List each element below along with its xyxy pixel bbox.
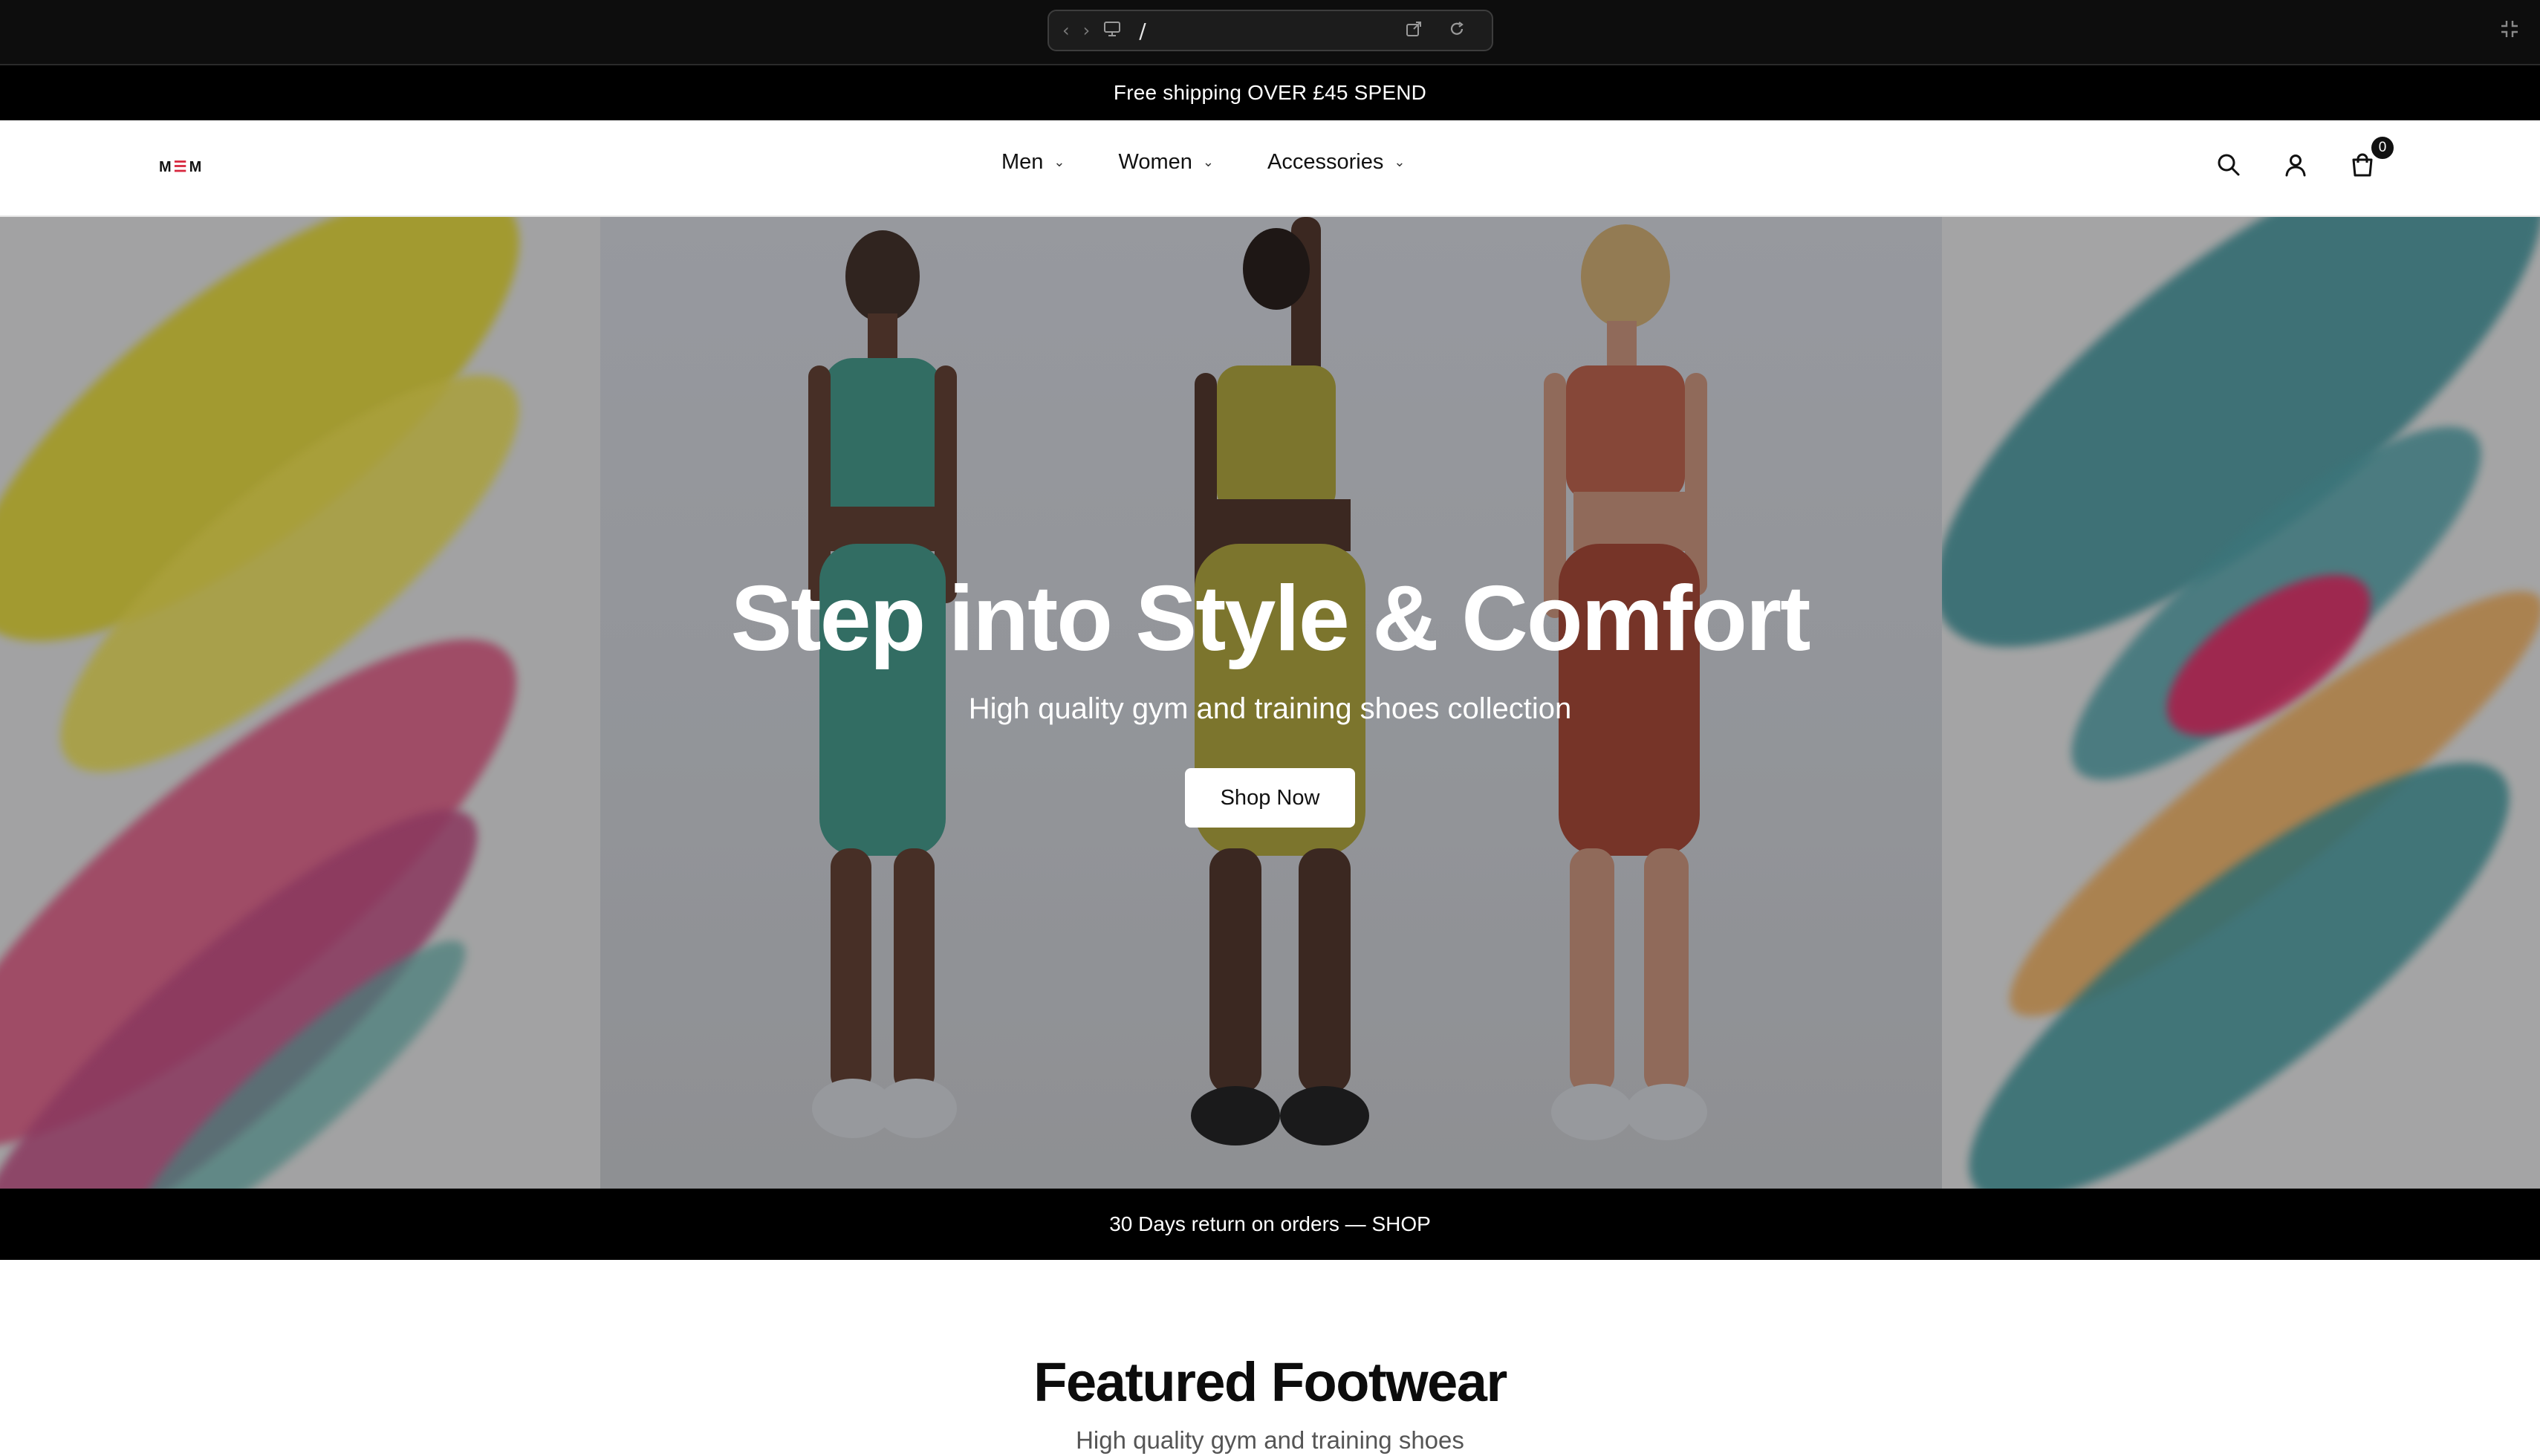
featured-section-title: Featured Footwear: [1033, 1351, 1507, 1413]
monitor-icon[interactable]: [1103, 21, 1121, 40]
hero-title: Step into Style & Comfort: [730, 568, 1811, 670]
cart-icon[interactable]: 0: [2349, 135, 2395, 178]
logo-letter-right: M: [189, 159, 204, 175]
hero-banner: Step into Style & Comfort High quality g…: [0, 217, 2540, 1189]
search-icon[interactable]: [2215, 152, 2242, 178]
forward-icon[interactable]: ›: [1083, 22, 1091, 39]
nav-item-accessories[interactable]: Accessories ⌄: [1267, 150, 1405, 175]
account-icon[interactable]: [2282, 152, 2309, 178]
announcement-bar: Free shipping OVER £45 SPEND: [0, 65, 2540, 120]
collapse-icon[interactable]: [2498, 18, 2521, 46]
returns-text: 30 Days return on orders — SHOP: [1109, 1212, 1431, 1235]
header-actions: 0: [2215, 135, 2395, 178]
nav-item-men[interactable]: Men ⌄: [1001, 150, 1065, 175]
chevron-down-icon: ⌄: [1394, 155, 1406, 170]
address-bar-actions: [1406, 21, 1478, 40]
address-bar[interactable]: ‹ › /: [1047, 10, 1493, 51]
back-icon[interactable]: ‹: [1062, 22, 1070, 39]
logo-letter-left: M: [159, 159, 174, 175]
reload-icon[interactable]: [1449, 21, 1465, 40]
browser-chrome: ‹ › /: [0, 0, 2540, 65]
chevron-down-icon: ⌄: [1202, 155, 1214, 170]
nav-item-label: Men: [1001, 150, 1044, 174]
chevron-down-icon: ⌄: [1053, 155, 1065, 170]
nav-item-label: Accessories: [1267, 150, 1384, 174]
url-text[interactable]: /: [1139, 19, 1146, 43]
site-header: M☰M Men ⌄ Women ⌄ Accessories ⌄ 0: [0, 120, 2540, 217]
returns-bar[interactable]: 30 Days return on orders — SHOP: [0, 1189, 2540, 1260]
open-external-icon[interactable]: [1406, 21, 1422, 40]
hero-subtitle: High quality gym and training shoes coll…: [968, 692, 1572, 725]
main-nav: Men ⌄ Women ⌄ Accessories ⌄: [1001, 150, 1405, 175]
site-logo[interactable]: M☰M: [159, 157, 204, 176]
cart-count-badge: 0: [2370, 135, 2395, 160]
featured-section-subtitle: High quality gym and training shoes: [1076, 1426, 1464, 1454]
announcement-text: Free shipping OVER £45 SPEND: [1113, 81, 1427, 104]
nav-item-women[interactable]: Women ⌄: [1119, 150, 1214, 175]
shop-now-button[interactable]: Shop Now: [1185, 768, 1355, 828]
nav-item-label: Women: [1118, 150, 1192, 174]
logo-mark: ☰: [173, 159, 189, 175]
